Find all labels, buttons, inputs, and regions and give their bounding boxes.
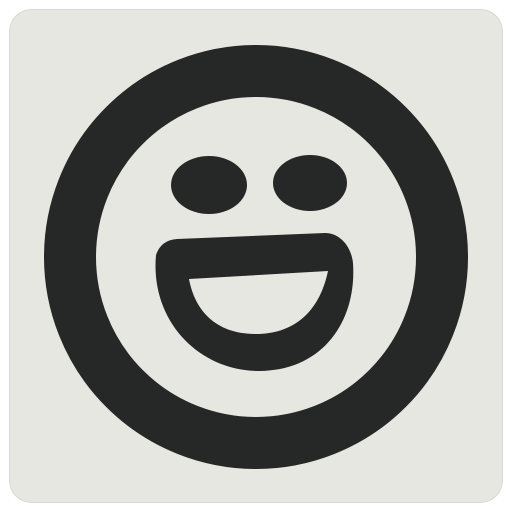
- right-eye: [273, 155, 347, 211]
- smiley-face-icon: [9, 9, 503, 503]
- left-eye: [171, 156, 247, 214]
- smiley-app-icon[interactable]: [9, 9, 503, 503]
